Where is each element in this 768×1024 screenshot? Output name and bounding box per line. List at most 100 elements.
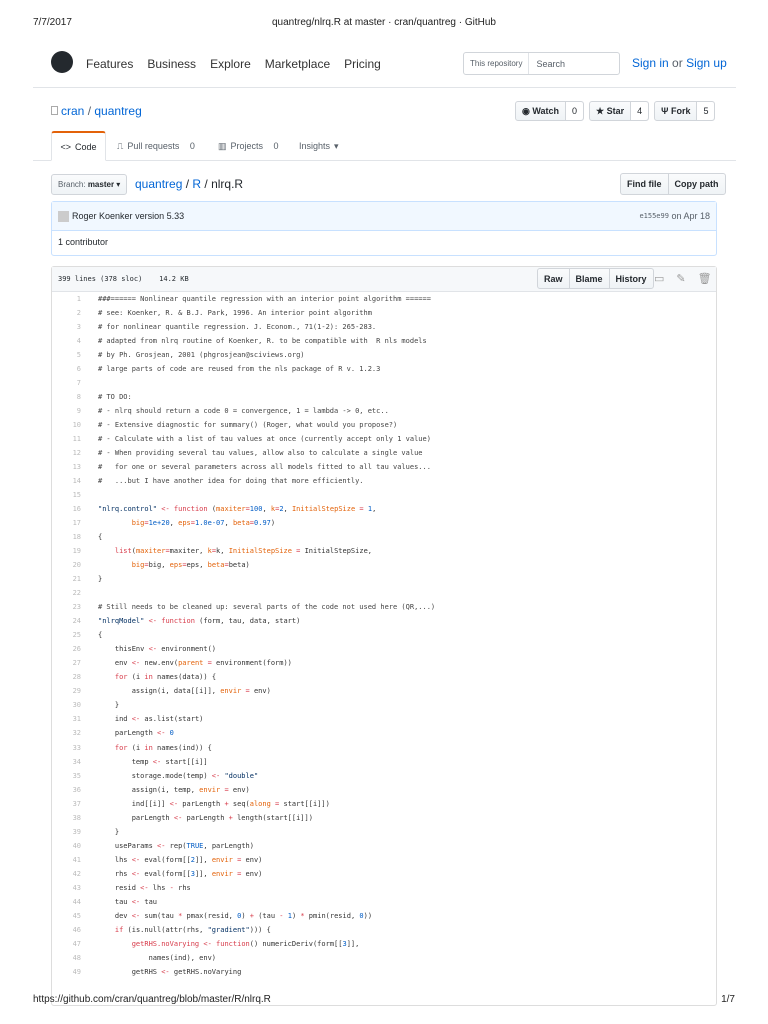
line-number[interactable]: 42 (51, 870, 81, 878)
history-button[interactable]: History (608, 269, 653, 288)
trash-icon[interactable]: 🗑 (698, 272, 712, 285)
line-number[interactable]: 8 (51, 393, 81, 401)
line-number[interactable]: 25 (51, 631, 81, 639)
line-number[interactable]: 22 (51, 589, 81, 597)
line-number[interactable]: 18 (51, 533, 81, 541)
line-number[interactable]: 10 (51, 421, 81, 429)
raw-button[interactable]: Raw (538, 269, 569, 288)
tab-pull-requests[interactable]: ⎍ Pull requests 0 (117, 131, 195, 161)
line-number[interactable]: 37 (51, 800, 81, 808)
line-number[interactable]: 5 (51, 351, 81, 359)
line-number[interactable]: 40 (51, 842, 81, 850)
line-number[interactable]: 47 (51, 940, 81, 948)
watch-button[interactable]: ◉ Watch 0 (515, 101, 585, 121)
line-number[interactable]: 32 (51, 729, 81, 737)
watch-count[interactable]: 0 (565, 102, 584, 120)
line-number[interactable]: 6 (51, 365, 81, 373)
line-number[interactable]: 23 (51, 603, 81, 611)
line-number[interactable]: 45 (51, 912, 81, 920)
line-code: env <- new.env(parent = environment(form… (81, 659, 292, 667)
pencil-icon[interactable]: ✎ (676, 272, 685, 285)
repo-name-link[interactable]: quantreg (94, 104, 141, 118)
code-line: 22 (51, 586, 717, 600)
breadcrumb-dir[interactable]: R (192, 177, 201, 191)
tab-projects[interactable]: ▥ Projects 0 (218, 131, 279, 161)
line-code: ind <- as.list(start) (81, 715, 204, 723)
line-number[interactable]: 44 (51, 898, 81, 906)
nav-business[interactable]: Business (147, 57, 196, 71)
line-number[interactable]: 12 (51, 449, 81, 457)
line-number[interactable]: 13 (51, 463, 81, 471)
search-box[interactable]: This repository Search (463, 52, 620, 75)
line-number[interactable]: 19 (51, 547, 81, 555)
fork-count[interactable]: 5 (696, 102, 715, 120)
nav-features[interactable]: Features (86, 57, 133, 71)
line-number[interactable]: 43 (51, 884, 81, 892)
search-input[interactable]: Search (529, 59, 565, 69)
line-number[interactable]: 16 (51, 505, 81, 513)
line-number[interactable]: 31 (51, 715, 81, 723)
line-number[interactable]: 21 (51, 575, 81, 583)
star-count[interactable]: 4 (630, 102, 649, 120)
nav-explore[interactable]: Explore (210, 57, 251, 71)
line-number[interactable]: 7 (51, 379, 81, 387)
branch-select[interactable]: Branch: master ▾ (51, 174, 128, 195)
desktop-icon[interactable]: ▭ (654, 272, 664, 285)
line-number[interactable]: 48 (51, 954, 81, 962)
commit-message[interactable]: version 5.33 (135, 211, 184, 221)
line-number[interactable]: 29 (51, 687, 81, 695)
github-logo-icon[interactable] (51, 51, 73, 73)
copy-path-button[interactable]: Copy path (667, 174, 725, 194)
line-number[interactable]: 30 (51, 701, 81, 709)
commit-author[interactable]: Roger Koenker (72, 211, 133, 221)
line-number[interactable]: 33 (51, 744, 81, 752)
line-code: rhs <- eval(form[[3]], envir = env) (81, 870, 263, 878)
line-number[interactable]: 1 (51, 295, 81, 303)
line-number[interactable]: 17 (51, 519, 81, 527)
line-number[interactable]: 49 (51, 968, 81, 976)
line-number[interactable]: 41 (51, 856, 81, 864)
find-file-button[interactable]: Find file (621, 174, 668, 194)
fork-button[interactable]: Ψ Fork 5 (654, 101, 716, 121)
star-icon: ★ (596, 105, 607, 116)
breadcrumb-repo[interactable]: quantreg (135, 177, 182, 191)
commit-sha[interactable]: e155e99 (639, 212, 669, 220)
tab-insights[interactable]: Insights ▾ (299, 131, 339, 161)
blame-button[interactable]: Blame (568, 269, 609, 288)
line-number[interactable]: 11 (51, 435, 81, 443)
code-token: ) (241, 911, 250, 920)
line-number[interactable]: 14 (51, 477, 81, 485)
sign-in-link[interactable]: Sign in (632, 56, 669, 70)
star-button[interactable]: ★ Star 4 (589, 101, 650, 121)
line-number[interactable]: 46 (51, 926, 81, 934)
line-number[interactable]: 3 (51, 323, 81, 331)
line-number[interactable]: 34 (51, 758, 81, 766)
line-number[interactable]: 24 (51, 617, 81, 625)
code-token: assign(i, temp, (98, 785, 200, 794)
code-icon: <> (60, 141, 71, 152)
line-number[interactable]: 35 (51, 772, 81, 780)
line-number[interactable]: 38 (51, 814, 81, 822)
code-token: parLength (98, 813, 174, 822)
main-nav: Features Business Explore Marketplace Pricin… (86, 55, 395, 73)
line-number[interactable]: 27 (51, 659, 81, 667)
tab-code[interactable]: <> Code (51, 131, 106, 161)
line-number[interactable]: 36 (51, 786, 81, 794)
line-number[interactable]: 39 (51, 828, 81, 836)
code-token: (tau (253, 911, 280, 920)
sign-up-link[interactable]: Sign up (686, 56, 727, 70)
line-number[interactable]: 9 (51, 407, 81, 415)
code-token: env) (241, 855, 263, 864)
nav-pricing[interactable]: Pricing (344, 57, 381, 71)
nav-marketplace[interactable]: Marketplace (265, 57, 330, 71)
line-number[interactable]: 26 (51, 645, 81, 653)
line-number[interactable]: 15 (51, 491, 81, 499)
repo-owner-link[interactable]: cran (61, 104, 84, 118)
line-number[interactable]: 4 (51, 337, 81, 345)
code-token: , (169, 519, 179, 528)
line-number[interactable]: 28 (51, 673, 81, 681)
contributors-link[interactable]: 1 contributor (52, 231, 716, 253)
line-number[interactable]: 2 (51, 309, 81, 317)
line-number[interactable]: 20 (51, 561, 81, 569)
